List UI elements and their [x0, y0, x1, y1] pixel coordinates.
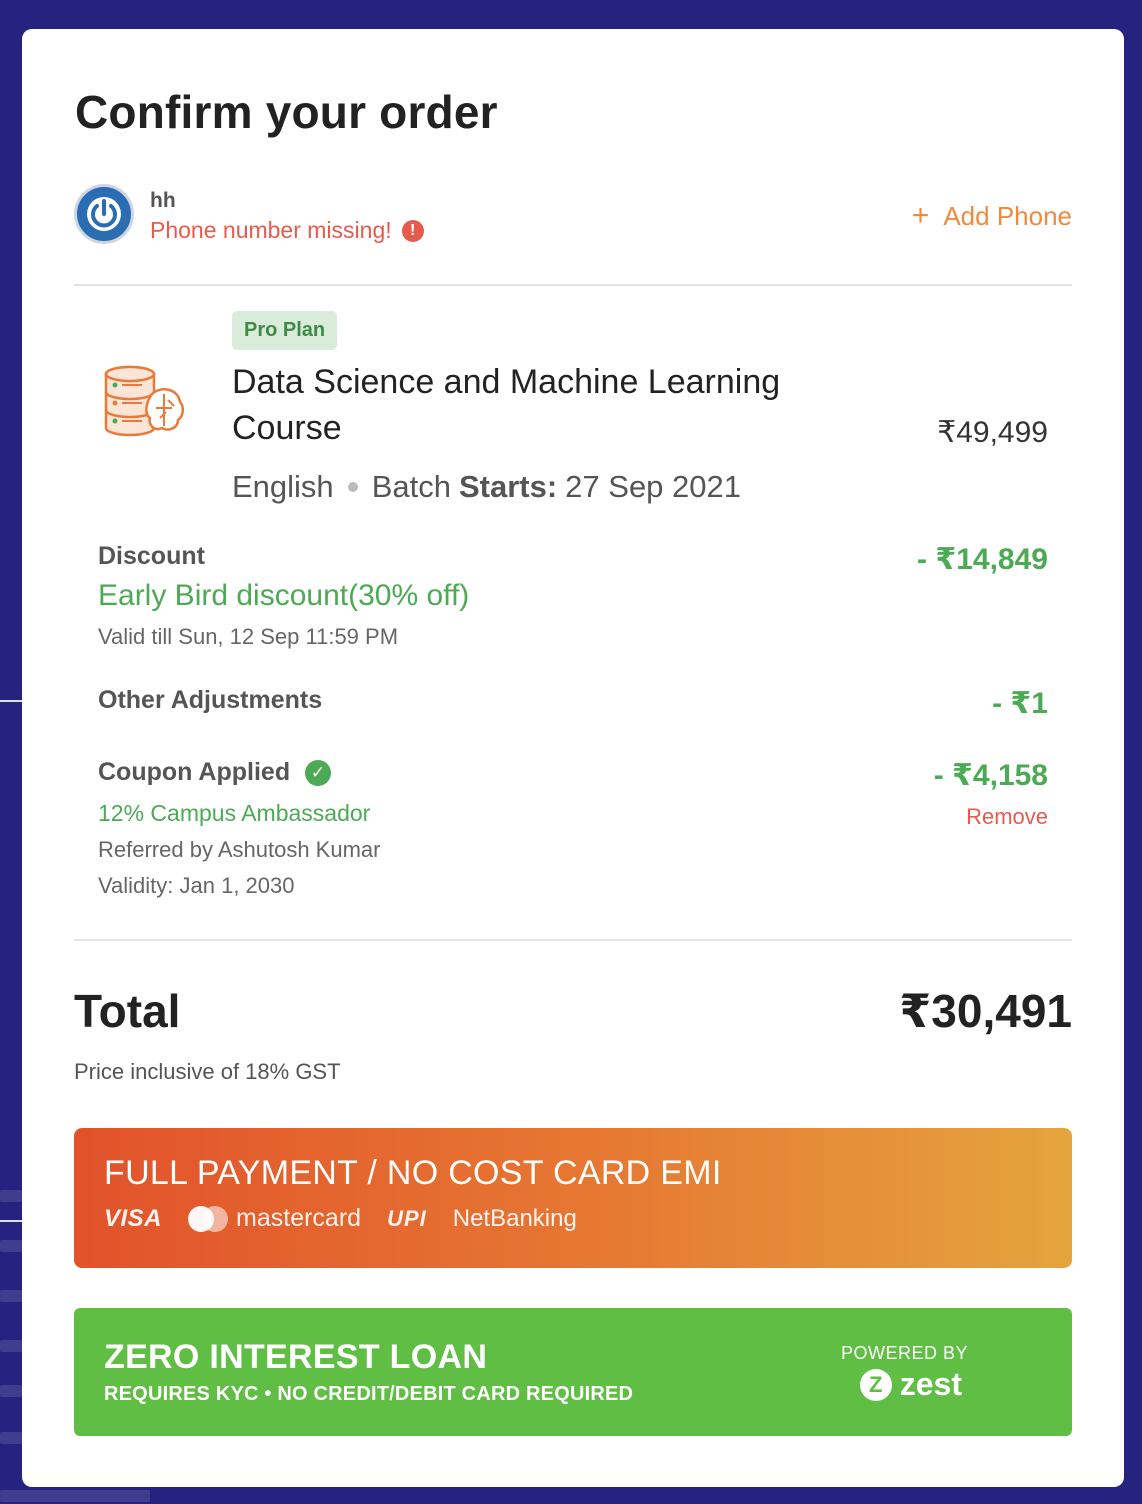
phone-missing-text: Phone number missing! — [150, 217, 392, 243]
course-language: English — [232, 469, 334, 504]
batch-start-date: 27 Sep 2021 — [565, 469, 741, 504]
course-database-icon — [102, 364, 184, 444]
loan-subtitle: REQUIRES KYC • NO CREDIT/DEBIT CARD REQU… — [104, 1383, 634, 1405]
course-price: ₹49,499 — [937, 416, 1048, 449]
batch-prefix: Batch — [371, 469, 451, 504]
order-confirm-card: Confirm your order hh Phone number missi… — [22, 29, 1124, 1487]
adjustments-amount: - ₹1 — [992, 687, 1048, 720]
total-label: Total — [74, 985, 181, 1037]
discount-amount: - ₹14,849 — [917, 543, 1048, 576]
full-payment-title: FULL PAYMENT / NO COST CARD EMI — [104, 1154, 722, 1192]
full-payment-button[interactable]: FULL PAYMENT / NO COST CARD EMI VISA mas… — [74, 1128, 1072, 1268]
powered-by-label: POWERED BY — [840, 1343, 968, 1363]
background-dash — [0, 1190, 22, 1202]
add-phone-button[interactable]: + Add Phone — [912, 199, 1072, 233]
course-meta: English Batch Starts: 27 Sep 2021 — [232, 469, 741, 505]
visa-logo: VISA — [104, 1204, 163, 1232]
background-dash — [0, 1340, 22, 1352]
plus-icon: + — [911, 199, 930, 232]
loan-title: ZERO INTEREST LOAN — [104, 1338, 488, 1376]
zest-brand: zest — [899, 1366, 962, 1402]
background-dash — [0, 1290, 22, 1302]
check-circle-icon: ✓ — [305, 760, 332, 786]
zest-logo: Z zest — [859, 1366, 962, 1403]
netbanking-label: NetBanking — [452, 1204, 577, 1232]
background-dash — [0, 1490, 150, 1502]
mastercard-icon — [188, 1205, 229, 1232]
background-dash — [0, 1432, 22, 1444]
phone-missing-warning: Phone number missing! ! — [150, 217, 424, 244]
discount-validity: Valid till Sun, 12 Sep 11:59 PM — [98, 624, 399, 649]
power-icon — [87, 197, 121, 231]
divider — [74, 939, 1072, 941]
mastercard-text: mastercard — [236, 1204, 362, 1232]
separator-dot — [347, 482, 358, 492]
background-line — [0, 1220, 22, 1222]
background-line — [0, 700, 22, 702]
discount-label: Discount — [98, 542, 205, 570]
payment-methods: VISA mastercard UPI NetBanking — [104, 1204, 577, 1233]
coupon-label: Coupon Applied — [98, 758, 291, 786]
coupon-validity: Validity: Jan 1, 2030 — [98, 873, 295, 898]
mastercard-logo: mastercard — [188, 1204, 361, 1233]
remove-coupon-link[interactable]: Remove — [966, 804, 1048, 830]
divider — [74, 284, 1072, 286]
zero-interest-loan-button[interactable]: ZERO INTEREST LOAN REQUIRES KYC • NO CRE… — [74, 1308, 1072, 1436]
total-amount: ₹30,491 — [899, 985, 1072, 1037]
add-phone-label: Add Phone — [943, 200, 1072, 231]
alert-icon: ! — [401, 219, 424, 242]
background-dash — [0, 1385, 22, 1397]
page-title: Confirm your order — [75, 86, 498, 138]
gst-note: Price inclusive of 18% GST — [74, 1059, 341, 1084]
coupon-label-row: Coupon Applied ✓ — [98, 758, 332, 787]
avatar — [74, 184, 134, 244]
plan-badge: Pro Plan — [232, 311, 338, 350]
background-dash — [0, 1240, 22, 1252]
coupon-referrer: Referred by Ashutosh Kumar — [98, 837, 381, 862]
coupon-name: 12% Campus Ambassador — [98, 800, 371, 826]
coupon-amount: - ₹4,158 — [933, 759, 1048, 792]
adjustments-label: Other Adjustments — [98, 686, 323, 714]
zest-icon: Z — [859, 1368, 892, 1401]
starts-label: Starts: — [458, 469, 558, 504]
course-title: Data Science and Machine Learning Course — [232, 363, 781, 447]
discount-name: Early Bird discount(30% off) — [98, 579, 470, 612]
user-name: hh — [150, 189, 176, 212]
upi-logo: UPI — [387, 1205, 427, 1231]
